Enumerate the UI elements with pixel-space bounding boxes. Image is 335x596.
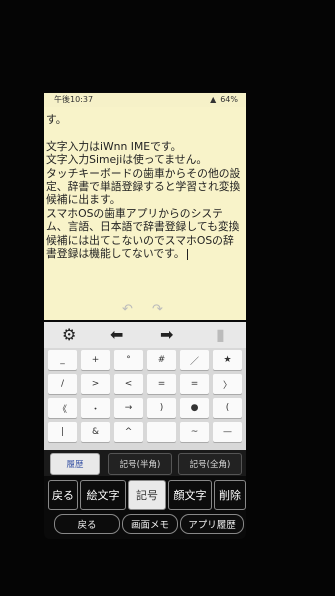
symbol-key[interactable]: ° <box>114 350 143 370</box>
symbol-key[interactable]: = <box>180 374 209 394</box>
symbol-key[interactable]: & <box>81 422 110 442</box>
tab-halfwidth[interactable]: 記号(半角) <box>108 453 172 475</box>
arrow-left-icon[interactable]: ⬅ <box>110 325 123 344</box>
status-icons: ▲ 64% <box>210 93 238 107</box>
note-text[interactable]: す。 文字入力はiWnn IMEです。 文字入力Simejiは使ってません。 タ… <box>46 113 242 260</box>
symbol-key[interactable]: → <box>114 398 143 418</box>
keyboard: ⚙ ⬅ ➡ ▮ _ + ° # ／ ★ / > < = = 〉《・ →) ●(| & ^ ~ — <box>44 322 246 450</box>
symbol-key[interactable]: # <box>147 350 176 370</box>
screen-memo-button[interactable]: 画面メモ <box>122 514 178 534</box>
symbol-key[interactable]: = <box>147 374 176 394</box>
undo-redo-row: ↶ ↷ <box>44 300 246 320</box>
battery-label: 64% <box>220 95 238 104</box>
symbol-key[interactable]: ● <box>180 398 209 418</box>
symbol-key[interactable]: _ <box>48 350 77 370</box>
symbol-key[interactable]: ・ <box>81 398 110 418</box>
note-area[interactable]: す。 文字入力はiWnn IMEです。 文字入力Simejiは使ってません。 タ… <box>44 107 246 320</box>
symbol-key[interactable]: — <box>213 422 242 442</box>
symbol-tabs: 履歴 記号(半角) 記号(全角) <box>44 450 246 476</box>
mode-buttons: 戻る 絵文字 記号 顔文字 削除 <box>44 480 246 510</box>
symbol-key[interactable]: ^ <box>114 422 143 442</box>
symbol-key[interactable]: ／ <box>180 350 209 370</box>
delete-button[interactable]: 削除 <box>214 480 246 510</box>
status-bar: 午後10:37 ▲ 64% <box>44 93 246 107</box>
tab-fullwidth[interactable]: 記号(全角) <box>178 453 242 475</box>
symbol-key[interactable]: 〉 <box>213 374 242 394</box>
undo-icon[interactable]: ↶ <box>122 302 133 317</box>
system-nav: 戻る 画面メモ アプリ履歴 <box>44 514 246 534</box>
kaomoji-button[interactable]: 顔文字 <box>168 480 212 510</box>
wifi-icon: ▲ <box>210 95 217 104</box>
tab-history[interactable]: 履歴 <box>50 453 100 475</box>
keyboard-toolbar: ⚙ ⬅ ➡ ▮ <box>44 322 246 348</box>
text-cursor <box>186 248 188 260</box>
symbol-key[interactable]: ★ <box>213 350 242 370</box>
symbol-key[interactable] <box>147 422 176 442</box>
symbol-key[interactable]: ~ <box>180 422 209 442</box>
symbol-key[interactable]: | <box>48 422 77 442</box>
symbol-key[interactable]: 《 <box>48 398 77 418</box>
symbol-button[interactable]: 記号 <box>128 480 166 510</box>
gear-icon[interactable]: ⚙ <box>62 325 76 344</box>
nav-back-button[interactable]: 戻る <box>54 514 120 534</box>
symbol-key[interactable]: > <box>81 374 110 394</box>
emoji-button[interactable]: 絵文字 <box>80 480 126 510</box>
mic-icon[interactable]: ▮ <box>216 325 225 344</box>
symbol-key[interactable]: + <box>81 350 110 370</box>
redo-icon[interactable]: ↷ <box>152 302 163 317</box>
arrow-right-icon[interactable]: ➡ <box>160 325 173 344</box>
symbol-key[interactable]: ) <box>147 398 176 418</box>
symbol-key[interactable]: / <box>48 374 77 394</box>
app-history-button[interactable]: アプリ履歴 <box>180 514 244 534</box>
symbol-key[interactable]: < <box>114 374 143 394</box>
status-time: 午後10:37 <box>54 95 94 104</box>
back-button[interactable]: 戻る <box>48 480 78 510</box>
symbol-key[interactable]: ( <box>213 398 242 418</box>
